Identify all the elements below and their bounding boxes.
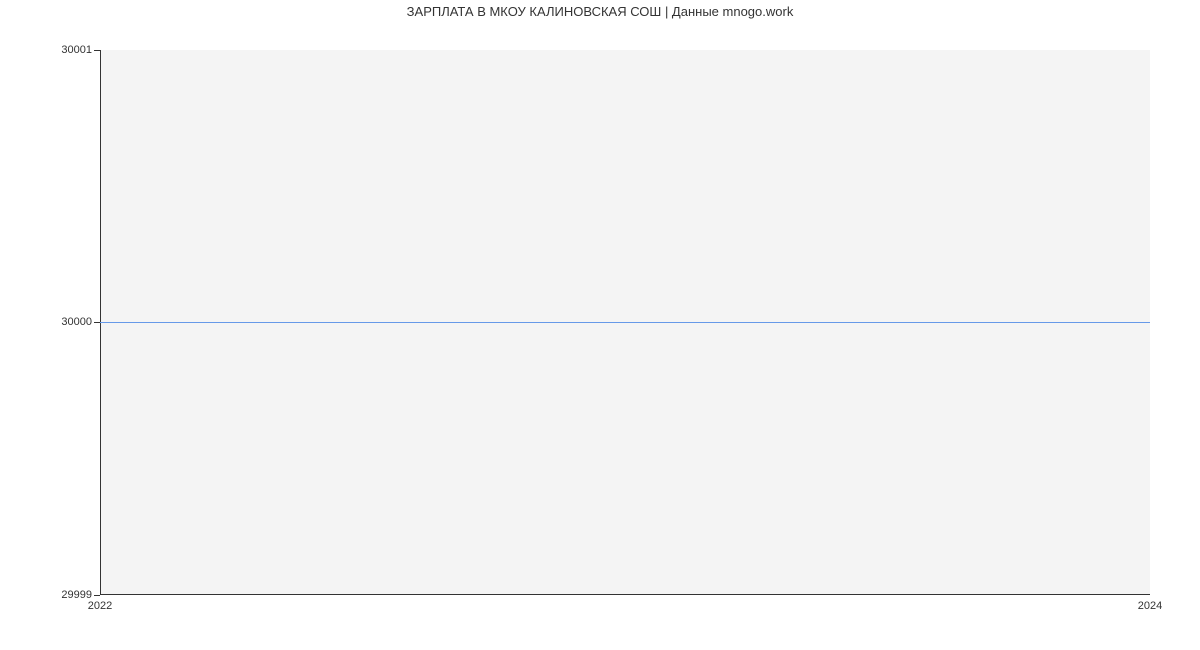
data-series-line [100,322,1150,323]
x-tick-label: 2022 [88,600,112,612]
x-tick-label: 2024 [1138,600,1162,612]
y-tick-mark [94,50,100,51]
chart-container: ЗАРПЛАТА В МКОУ КАЛИНОВСКАЯ СОШ | Данные… [0,0,1200,650]
y-tick-mark [94,595,100,596]
y-tick-label: 30001 [61,44,92,56]
chart-title: ЗАРПЛАТА В МКОУ КАЛИНОВСКАЯ СОШ | Данные… [0,4,1200,19]
y-tick-label: 30000 [61,316,92,328]
